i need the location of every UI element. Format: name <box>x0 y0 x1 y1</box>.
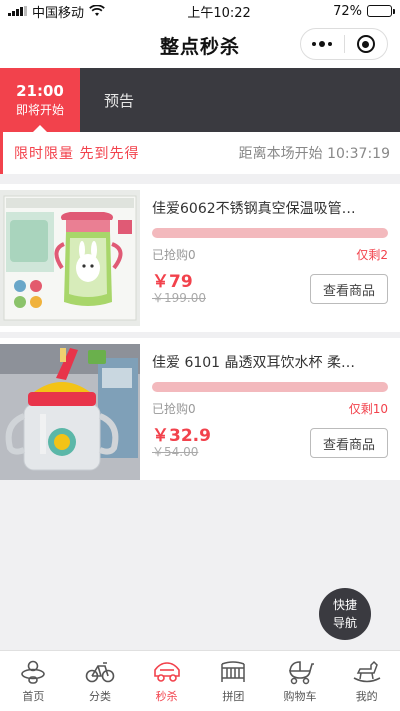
more-button[interactable] <box>301 29 344 59</box>
tab-category[interactable]: 分类 <box>67 651 134 711</box>
sippy-cup-image <box>0 344 140 480</box>
bicycle-icon <box>84 658 116 686</box>
tab-label: 分类 <box>89 690 111 703</box>
close-miniprogram-button[interactable] <box>345 29 388 59</box>
product-card[interactable]: 佳爱 6101 晶透双耳饮水杯 柔… 已抢购0 仅剩10 ￥32.9 ￥54.0… <box>0 332 400 480</box>
sale-price: ￥32.9 <box>152 426 211 446</box>
product-image-thermos-cup[interactable] <box>0 190 140 326</box>
car-icon <box>151 658 183 686</box>
stock-row: 已抢购0 仅剩2 <box>152 246 388 263</box>
signal-icon <box>8 6 27 16</box>
sold-count: 已抢购0 <box>152 402 196 416</box>
battery-percent: 72% <box>333 3 362 19</box>
pacifier-icon <box>17 658 49 686</box>
tab-flash-sale[interactable]: 秒杀 <box>133 651 200 711</box>
thermos-cup-image <box>0 190 140 326</box>
product-details: 佳爱6062不锈钢真空保温吸管… 已抢购0 仅剩2 ￥79 ￥199.00 查看… <box>140 190 388 326</box>
tab-label: 我的 <box>355 690 378 703</box>
tab-profile[interactable]: 我的 <box>333 651 400 711</box>
price-row: ￥32.9 ￥54.00 查看商品 <box>152 427 388 459</box>
price-col: ￥32.9 ￥54.00 <box>152 427 211 459</box>
sold-count: 已抢购0 <box>152 248 196 262</box>
tab-label: 首页 <box>22 690 45 703</box>
tab-preview[interactable]: 预告 <box>80 68 134 132</box>
status-bar: 中国移动 上午10:22 72% <box>0 0 400 22</box>
session-status: 即将开始 <box>15 103 64 117</box>
sale-price: ￥79 <box>152 272 193 292</box>
bottom-tab-bar: 首页 分类 秒杀 拼团 购物车 我的 <box>0 650 400 711</box>
tab-preview-label: 预告 <box>104 91 135 110</box>
carrier-label: 中国移动 <box>32 5 85 21</box>
price-col: ￥79 ￥199.00 <box>152 273 206 305</box>
battery-icon <box>366 5 395 17</box>
slogan: 限时限量 先到先得 <box>14 146 140 162</box>
quick-nav-button[interactable]: 快捷 导航 <box>319 588 371 640</box>
quick-nav-line2: 导航 <box>332 616 357 630</box>
accent-stripe <box>0 132 3 174</box>
status-right: 72% <box>333 3 395 19</box>
countdown-info: 距离本场开始 10:37:19 <box>239 143 390 163</box>
stock-row: 已抢购0 仅剩10 <box>152 400 388 417</box>
countdown-timer: 10:37:19 <box>327 146 390 162</box>
original-price: ￥199.00 <box>152 291 206 305</box>
target-circle-icon <box>356 35 375 53</box>
view-product-button[interactable]: 查看商品 <box>310 428 388 458</box>
nav-bar: 整点秒杀 <box>0 22 400 68</box>
countdown-label: 距离本场开始 <box>238 146 323 162</box>
tab-home[interactable]: 首页 <box>0 651 67 711</box>
miniprogram-capsule <box>300 28 388 60</box>
spacer <box>0 174 400 184</box>
active-tab-notch <box>33 125 47 132</box>
product-list: 佳爱6062不锈钢真空保温吸管… 已抢购0 仅剩2 ￥79 ￥199.00 查看… <box>0 184 400 480</box>
remaining-stock: 仅剩10 <box>348 402 388 416</box>
stroller-icon <box>284 658 316 686</box>
tab-session-2100[interactable]: 21:00 即将开始 <box>0 68 80 132</box>
sales-progress-bar <box>152 228 388 238</box>
product-name[interactable]: 佳爱6062不锈钢真空保温吸管… <box>152 198 388 218</box>
original-price: ￥54.00 <box>152 445 199 459</box>
remaining-stock: 仅剩2 <box>356 248 388 262</box>
wifi-icon <box>89 5 105 16</box>
session-tabs: 21:00 即将开始 预告 <box>0 68 400 132</box>
tab-label: 拼团 <box>222 690 245 703</box>
quick-nav-line1: 快捷 <box>332 598 357 612</box>
product-details: 佳爱 6101 晶透双耳饮水杯 柔… 已抢购0 仅剩10 ￥32.9 ￥54.0… <box>140 344 388 474</box>
clock: 上午10:22 <box>187 5 251 21</box>
product-card[interactable]: 佳爱6062不锈钢真空保温吸管… 已抢购0 仅剩2 ￥79 ￥199.00 查看… <box>0 184 400 332</box>
tab-group-buy[interactable]: 拼团 <box>200 651 267 711</box>
price-row: ￥79 ￥199.00 查看商品 <box>152 273 388 305</box>
tab-label: 购物车 <box>283 690 317 703</box>
rocking-horse-icon <box>351 658 383 686</box>
session-time: 21:00 <box>16 82 64 100</box>
countdown-bar: 限时限量 先到先得 距离本场开始 10:37:19 <box>0 125 400 174</box>
more-dots-icon <box>312 41 333 47</box>
status-left: 中国移动 <box>8 2 105 21</box>
tab-cart[interactable]: 购物车 <box>267 651 334 711</box>
view-product-button[interactable]: 查看商品 <box>310 274 388 304</box>
page-title: 整点秒杀 <box>159 35 240 58</box>
product-image-sippy-cup[interactable] <box>0 344 140 480</box>
sales-progress-bar <box>152 382 388 392</box>
product-name[interactable]: 佳爱 6101 晶透双耳饮水杯 柔… <box>152 352 388 372</box>
tab-label: 秒杀 <box>155 690 178 703</box>
crib-icon <box>217 658 249 686</box>
